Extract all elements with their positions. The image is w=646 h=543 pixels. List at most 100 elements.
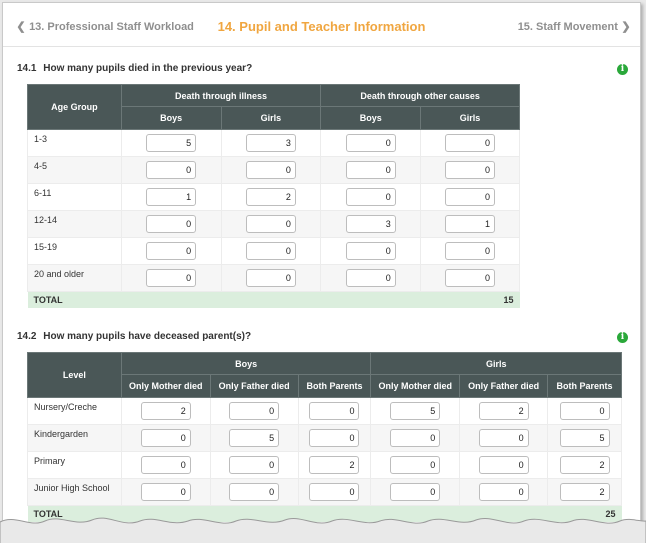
table-row: 12-14 0 0 3 1 [27,210,520,238]
count-input[interactable]: 0 [146,242,197,260]
group-header-illness: Death through illness [120,84,322,107]
count-input[interactable]: 0 [478,483,529,501]
count-input[interactable]: 3 [345,215,396,233]
column-header-level: Level [27,352,122,398]
row-label: 20 and older [27,264,122,292]
column-header-age-group: Age Group [27,84,122,130]
count-input[interactable]: 2 [140,402,191,420]
count-input[interactable]: 1 [146,188,197,206]
count-input[interactable]: 0 [478,429,529,447]
sub-header-only-mother: Only Mother died [370,374,461,398]
count-input[interactable]: 0 [478,456,529,474]
count-input[interactable]: 0 [445,134,496,152]
question-14-2: 14.2 How many pupils have deceased paren… [17,331,251,342]
count-input[interactable]: 0 [345,242,396,260]
count-input[interactable]: 0 [345,134,396,152]
section-navigation: ❮ 13. Professional Staff Workload 14. Pu… [3,3,640,47]
sub-header-only-father: Only Father died [209,374,299,398]
question-number: 14.1 [17,63,37,74]
page: ❮ 13. Professional Staff Workload 14. Pu… [2,2,641,524]
count-input[interactable]: 0 [245,161,296,179]
count-input[interactable]: 2 [309,456,360,474]
info-icon[interactable]: i [617,332,628,343]
count-input[interactable]: 1 [445,215,496,233]
count-input[interactable]: 0 [229,483,280,501]
table-row: Kindergarden 0 5 0 0 0 5 [27,424,622,452]
count-input[interactable]: 0 [559,402,610,420]
count-input[interactable]: 0 [345,188,396,206]
sub-header-boys: Boys [320,106,422,130]
table-row: 20 and older 0 0 0 0 [27,264,520,292]
count-input[interactable]: 5 [390,402,441,420]
row-label: 1-3 [27,129,122,157]
chevron-right-icon: ❯ [621,21,631,33]
row-label: Junior High School [27,478,122,506]
count-input[interactable]: 0 [140,429,191,447]
count-input[interactable]: 0 [445,242,496,260]
next-section-link[interactable]: 15. Staff Movement ❯ [518,20,631,33]
pupil-deaths-table: Age Group Death through illness Death th… [27,84,520,308]
count-input[interactable]: 5 [146,134,197,152]
count-input[interactable]: 0 [390,429,441,447]
sub-header-boys: Boys [120,106,222,130]
total-row: TOTAL 15 [27,291,520,308]
count-input[interactable]: 0 [245,269,296,287]
count-input[interactable]: 0 [309,429,360,447]
question-text: How many pupils have deceased parent(s)? [43,331,252,342]
count-input[interactable]: 2 [478,402,529,420]
count-input[interactable]: 0 [229,456,280,474]
count-input[interactable]: 0 [390,483,441,501]
sub-header-girls: Girls [220,106,322,130]
row-label: 6-11 [27,183,122,211]
count-input[interactable]: 5 [559,429,610,447]
next-section-label: 15. Staff Movement [517,21,618,33]
total-label: TOTAL [27,291,421,308]
count-input[interactable]: 0 [245,242,296,260]
table-row: Junior High School 0 0 0 0 0 2 [27,478,622,506]
count-input[interactable]: 3 [245,134,296,152]
table-row: 4-5 0 0 0 0 [27,156,520,184]
info-icon[interactable]: i [617,64,628,75]
sub-header-girls: Girls [420,106,520,130]
sub-header-both-parents: Both Parents [297,374,372,398]
count-input[interactable]: 0 [140,456,191,474]
count-input[interactable]: 0 [146,215,197,233]
count-input[interactable]: 0 [345,161,396,179]
torn-edge-decoration [0,517,646,543]
count-input[interactable]: 0 [345,269,396,287]
sub-header-only-mother: Only Mother died [120,374,211,398]
group-header-other-causes: Death through other causes [320,84,520,107]
count-input[interactable]: 0 [445,269,496,287]
question-text: How many pupils died in the previous yea… [43,63,253,74]
group-header-girls: Girls [370,352,622,375]
table-row: Primary 0 0 2 0 0 2 [27,451,622,479]
question-number: 14.2 [17,331,37,342]
row-label: 15-19 [27,237,122,265]
row-label: Kindergarden [27,424,122,452]
count-input[interactable]: 0 [146,161,197,179]
count-input[interactable]: 5 [229,429,280,447]
count-input[interactable]: 0 [245,215,296,233]
group-header-boys: Boys [120,352,372,375]
count-input[interactable]: 0 [445,161,496,179]
row-label: Nursery/Creche [27,397,122,425]
count-input[interactable]: 0 [140,483,191,501]
count-input[interactable]: 0 [445,188,496,206]
table-row: 1-3 5 3 0 0 [27,129,520,157]
deceased-parents-table: Level Boys Girls Only Mother died Only F… [27,352,622,522]
row-label: 12-14 [27,210,122,238]
count-input[interactable]: 2 [559,483,610,501]
count-input[interactable]: 2 [559,456,610,474]
count-input[interactable]: 2 [245,188,296,206]
count-input[interactable]: 0 [309,402,360,420]
row-label: Primary [27,451,122,479]
count-input[interactable]: 0 [229,402,280,420]
table-row: Nursery/Creche 2 0 0 5 2 0 [27,397,622,425]
count-input[interactable]: 0 [309,483,360,501]
sub-header-both-parents: Both Parents [547,374,622,398]
question-14-1: 14.1 How many pupils died in the previou… [17,63,252,74]
total-value: 15 [420,291,520,308]
count-input[interactable]: 0 [390,456,441,474]
count-input[interactable]: 0 [146,269,197,287]
table-row: 6-11 1 2 0 0 [27,183,520,211]
